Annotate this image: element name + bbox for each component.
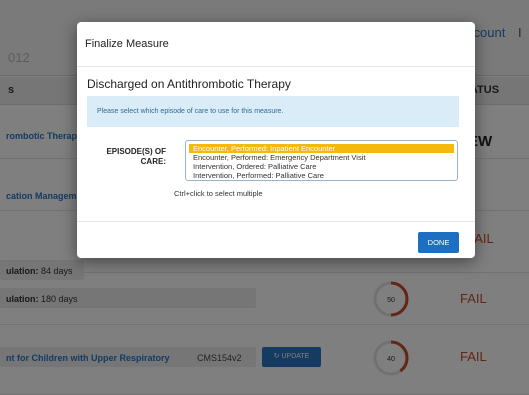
episode-label: EPISODE(S) OF CARE: xyxy=(106,147,166,166)
episode-option[interactable]: Intervention, Performed: Palliative Care xyxy=(189,171,454,180)
divider xyxy=(77,221,475,222)
episode-option[interactable]: Encounter, Performed: Inpatient Encounte… xyxy=(189,144,454,153)
episode-select[interactable]: Encounter, Performed: Inpatient Encounte… xyxy=(185,140,458,181)
done-button[interactable]: DONE xyxy=(418,232,459,253)
episode-option[interactable]: Encounter, Performed: Emergency Departme… xyxy=(189,153,454,162)
measure-name: Discharged on Antithrombotic Therapy xyxy=(87,77,291,91)
episode-option[interactable]: Intervention, Ordered: Palliative Care xyxy=(189,162,454,171)
dialog-title: Finalize Measure xyxy=(85,38,169,50)
info-alert: Please select which episode of care to u… xyxy=(87,96,459,127)
divider xyxy=(77,66,475,67)
multi-select-hint: Ctrl+click to select multiple xyxy=(174,189,263,198)
finalize-measure-dialog: Finalize Measure Discharged on Antithrom… xyxy=(77,22,475,258)
